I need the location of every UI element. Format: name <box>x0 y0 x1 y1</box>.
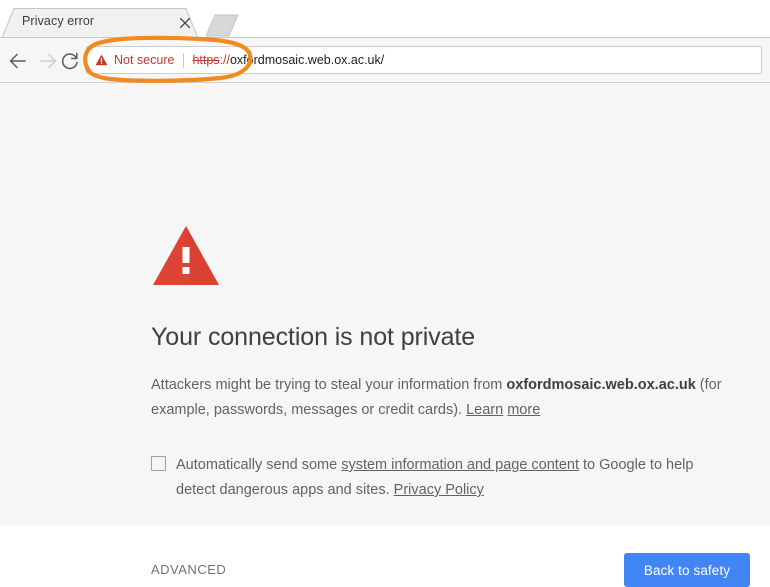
advanced-button[interactable]: ADVANCED <box>151 562 226 577</box>
page-content: Your connection is not private Attackers… <box>0 83 770 587</box>
send-report-checkbox[interactable] <box>151 456 166 471</box>
reload-icon[interactable] <box>58 49 82 73</box>
forward-arrow-icon <box>36 49 60 73</box>
send-report-label: Automatically send some system informati… <box>176 453 711 503</box>
url-scheme: https <box>192 53 220 67</box>
optin-part1: Automatically send some <box>176 457 342 473</box>
back-to-safety-button[interactable]: Back to safety <box>624 553 750 587</box>
back-arrow-icon[interactable] <box>6 49 30 73</box>
address-bar[interactable]: Not secure https://oxfordmosaic.web.ox.a… <box>86 46 762 74</box>
learn-more-link-word1[interactable]: Learn <box>466 402 503 418</box>
warning-triangle-icon <box>95 54 108 66</box>
error-description-host: oxfordmosaic.web.ox.ac.uk <box>506 377 696 393</box>
browser-toolbar: Not secure https://oxfordmosaic.web.ox.a… <box>0 38 770 83</box>
warning-triangle-icon-large <box>151 224 221 287</box>
tab-strip: Privacy error <box>0 0 770 38</box>
security-status-chip[interactable]: Not secure <box>87 47 182 73</box>
system-information-link[interactable]: system information and page content <box>341 457 579 473</box>
url-scheme-separator: :// <box>219 53 230 67</box>
url-host-path: oxfordmosaic.web.ox.ac.uk/ <box>229 53 385 67</box>
close-icon[interactable] <box>178 16 192 30</box>
error-description: Attackers might be trying to steal your … <box>151 373 731 423</box>
browser-window: Privacy error Not secure https:// oxfor… <box>0 0 770 587</box>
security-status-text: Not secure <box>114 53 175 67</box>
new-tab-button[interactable] <box>203 12 241 37</box>
error-description-part1: Attackers might be trying to steal your … <box>151 377 507 393</box>
page-title: Your connection is not private <box>151 323 476 351</box>
omnibox-divider <box>183 52 185 68</box>
learn-more-link-word2[interactable]: more <box>507 402 540 418</box>
tab-title: Privacy error <box>22 14 95 28</box>
send-report-optin-row: Automatically send some system informati… <box>151 453 711 503</box>
privacy-policy-link[interactable]: Privacy Policy <box>394 482 484 498</box>
